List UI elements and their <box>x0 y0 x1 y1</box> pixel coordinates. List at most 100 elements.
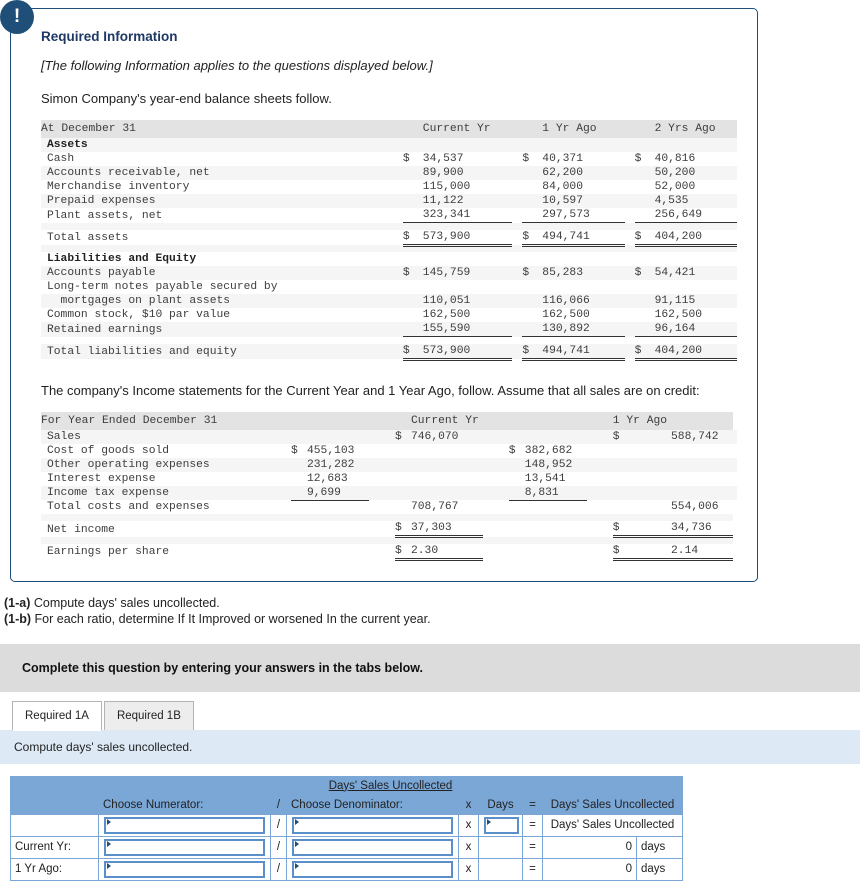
spacer <box>395 514 411 521</box>
value-2yr: 40,816 <box>654 152 737 166</box>
gap <box>654 252 737 266</box>
value-current <box>422 280 513 294</box>
value-current-sub <box>307 521 369 537</box>
gap <box>624 308 635 322</box>
equals-operator: = <box>522 835 543 859</box>
value-1yr: 116,066 <box>542 294 625 308</box>
days-input[interactable] <box>478 835 523 859</box>
spacer <box>482 536 509 544</box>
spacer-row <box>41 336 737 344</box>
value-1yr-sub: 8,831 <box>524 485 587 501</box>
currency-symbol <box>612 500 672 514</box>
spacer <box>586 536 613 544</box>
spacer <box>422 245 513 252</box>
value-1yr-sub: 382,682 <box>524 443 587 458</box>
gap <box>369 485 395 500</box>
table-row: Assets <box>41 138 737 152</box>
table-row: Interest expense 12,683 13,541 <box>41 471 737 486</box>
value-current-sub <box>307 429 369 444</box>
gap <box>369 457 395 472</box>
row-label: Retained earnings <box>41 322 403 337</box>
days-input[interactable] <box>478 857 523 881</box>
dropdown-arrow-icon[interactable] <box>292 816 453 834</box>
currency-symbol <box>291 485 307 501</box>
divide-operator: / <box>270 857 287 881</box>
prompt-tag: (1-b) <box>4 611 32 626</box>
col-header-1yr: 1 Yr Ago <box>612 411 672 430</box>
currency-symbol <box>395 485 411 500</box>
gap <box>402 252 423 266</box>
denominator-select[interactable] <box>286 835 459 859</box>
gap <box>512 266 523 280</box>
currency-symbol <box>634 294 655 308</box>
panel-body: Required Information [The following Info… <box>10 8 758 582</box>
numerator-select[interactable] <box>98 857 271 881</box>
days-field[interactable] <box>484 816 519 834</box>
gap <box>369 411 395 430</box>
currency-symbol <box>522 166 543 180</box>
gap <box>482 429 509 444</box>
gap <box>586 485 613 500</box>
tab-required-1b[interactable]: Required 1B <box>103 700 194 730</box>
tab-required-1a[interactable]: Required 1A <box>12 700 102 731</box>
value-1yr <box>671 443 734 458</box>
spacer <box>542 336 625 344</box>
dropdown-arrow-icon[interactable] <box>292 838 453 856</box>
gap <box>369 429 395 444</box>
spacer <box>41 222 403 230</box>
income-statement-intro: The company's Income statements for the … <box>41 382 700 398</box>
gap <box>522 138 543 152</box>
currency-symbol <box>402 294 423 308</box>
row-label: Earnings per share <box>41 543 291 559</box>
header-times: x <box>458 794 479 815</box>
gap <box>482 500 509 514</box>
dropdown-arrow-icon[interactable] <box>104 860 265 878</box>
value-current: 145,759 <box>422 266 513 280</box>
spacer <box>524 536 587 544</box>
row-label: Net income <box>41 521 291 537</box>
value-2yr <box>654 280 737 294</box>
value-1yr: 62,200 <box>542 166 625 180</box>
numerator-select[interactable] <box>98 835 271 859</box>
gap <box>512 120 523 138</box>
currency-symbol <box>291 521 307 537</box>
table-row: Long-term notes payable secured by <box>41 280 737 294</box>
answer-row: Current Yr: / x = 0 days <box>10 835 684 859</box>
table-row: Earnings per share $2.30 $2.14 <box>41 543 737 561</box>
value-current: 34,537 <box>422 152 513 166</box>
currency-symbol: $ <box>522 343 543 361</box>
currency-symbol: $ <box>522 266 543 280</box>
dropdown-arrow-icon[interactable] <box>292 860 453 878</box>
header-days: Days <box>478 794 523 815</box>
value-current: 323,341 <box>422 208 513 223</box>
answer-row: 1 Yr Ago: / x = 0 days <box>10 857 684 881</box>
gap <box>422 138 513 152</box>
spacer <box>512 336 523 344</box>
currency-symbol: $ <box>402 343 423 361</box>
dropdown-arrow-icon[interactable] <box>104 816 265 834</box>
tab-instruction-bar: Compute days' sales uncollected. <box>0 729 860 764</box>
tab-label: Required 1A <box>25 709 89 722</box>
spacer <box>307 536 369 544</box>
currency-symbol <box>522 322 543 337</box>
value-1yr: 40,371 <box>542 152 625 166</box>
applies-note: [The following Information applies to th… <box>41 58 433 73</box>
denominator-select[interactable] <box>286 813 459 837</box>
currency-symbol: $ <box>291 443 307 458</box>
dropdown-arrow-icon[interactable] <box>104 838 265 856</box>
header-equals: = <box>522 794 543 815</box>
denominator-select[interactable] <box>286 857 459 881</box>
value-2yr: 4,535 <box>654 194 737 208</box>
numerator-select[interactable] <box>98 813 271 837</box>
row-label: Prepaid expenses <box>41 194 403 208</box>
col-header-current: Current Yr <box>422 120 513 138</box>
days-input[interactable] <box>478 813 523 837</box>
gap <box>654 138 737 152</box>
result-label: Days' Sales Uncollected <box>541 813 684 837</box>
spacer-row <box>41 536 737 544</box>
value-2yr: 50,200 <box>654 166 737 180</box>
spacer <box>402 245 423 252</box>
currency-symbol <box>291 543 307 559</box>
spacer <box>522 336 543 344</box>
gap <box>624 266 635 280</box>
